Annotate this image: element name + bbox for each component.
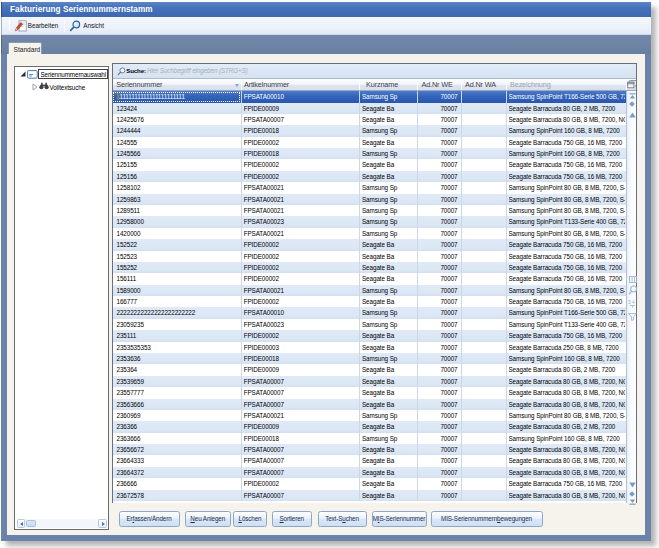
- svg-text:4: 4: [632, 300, 635, 305]
- svg-text:3: 3: [628, 300, 631, 305]
